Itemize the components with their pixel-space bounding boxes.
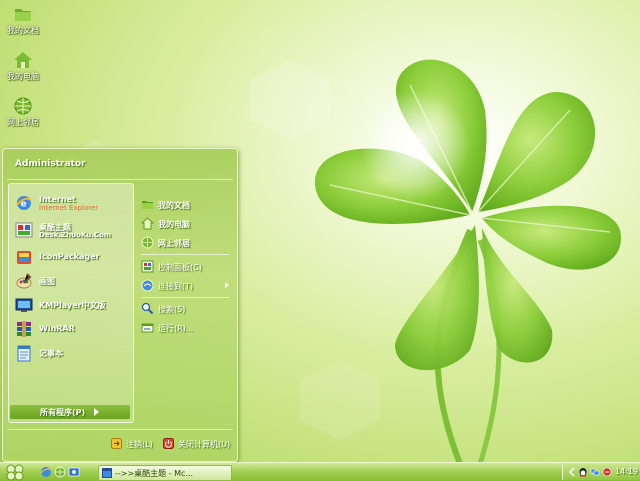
desktop-icon-network[interactable]: 网上邻居: [2, 96, 44, 127]
shutdown-button[interactable]: 关闭计算机(U): [163, 438, 233, 450]
menu-item-my-computer[interactable]: 我的电脑: [141, 217, 231, 231]
program-internet-explorer[interactable]: e Internet Internet Explorer: [15, 192, 133, 214]
menu-item-my-documents[interactable]: 我的文档: [141, 198, 231, 212]
start-menu: Administrator e Internet Internet Explor…: [2, 148, 238, 462]
pinned-programs-pane: e Internet Internet Explorer 桌酷主题 Desk.Z…: [8, 183, 134, 423]
paint-icon: [16, 273, 32, 289]
menu-item-label: 我的电脑: [158, 220, 190, 229]
qq-icon[interactable]: [578, 467, 588, 477]
security-tray-icon[interactable]: [602, 467, 612, 477]
folder-icon: [15, 9, 31, 21]
menu-item-label: 我的文档: [158, 201, 190, 210]
desktop-icon-my-documents[interactable]: 我的文档: [2, 4, 44, 35]
taskbar: -->>桌酷主题 - Mc... 14:19: [0, 462, 640, 481]
connect-icon: [141, 279, 154, 292]
winrar-icon: [17, 321, 31, 337]
ie-icon: e: [16, 196, 32, 210]
all-programs-button[interactable]: 所有程序(P): [10, 405, 130, 419]
program-title: WinRAR: [39, 324, 75, 333]
zhuoku-icon: [15, 222, 33, 238]
menu-item-control-panel[interactable]: 控制面板(C): [141, 260, 231, 274]
power-icon: [163, 438, 174, 449]
menu-item-label: 网上邻居: [158, 239, 190, 248]
network-tray-icon[interactable]: [590, 467, 600, 477]
taskbar-button-label: -->>桌酷主题 - Mc...: [115, 469, 194, 478]
divider: [7, 179, 233, 180]
user-name: Administrator: [15, 159, 86, 169]
chevron-right-icon: [225, 282, 229, 288]
search-icon: [141, 302, 154, 315]
menu-item-connect-to[interactable]: 连接到(T): [141, 279, 231, 293]
program-subtitle: Internet Explorer: [39, 204, 99, 212]
iconpackager-icon: [17, 251, 31, 264]
divider: [141, 297, 229, 298]
program-title: 画图: [39, 277, 55, 286]
kmplayer-icon: [15, 298, 33, 312]
chevron-left-icon[interactable]: [567, 467, 577, 477]
window-icon: [102, 468, 112, 478]
house-icon: [14, 52, 32, 68]
globe-icon[interactable]: [54, 466, 66, 478]
show-desktop-icon[interactable]: [68, 466, 80, 478]
logoff-button[interactable]: 注销(L): [111, 438, 161, 450]
shutdown-label: 关闭计算机(U): [178, 440, 231, 449]
program-title: 记事本: [39, 349, 63, 358]
divider: [7, 429, 233, 430]
program-title: KMPlayer中文版: [39, 301, 106, 310]
control-panel-icon: [141, 260, 154, 273]
logoff-label: 注销(L): [126, 440, 153, 449]
globe-icon: [141, 236, 154, 249]
ie-icon[interactable]: [40, 466, 52, 478]
program-zhuoku[interactable]: 桌酷主题 Desk.ZhuoKu.Com: [15, 219, 133, 241]
divider: [141, 254, 229, 255]
system-tray: 14:19: [562, 464, 640, 480]
program-title: IconPackager: [39, 252, 100, 261]
program-paint[interactable]: 画图: [15, 270, 133, 292]
desktop-icon-label: 我的文档: [7, 26, 39, 35]
svg-text:e: e: [21, 200, 27, 210]
globe-icon: [14, 97, 32, 115]
program-kmplayer[interactable]: KMPlayer中文版: [15, 294, 133, 316]
notepad-icon: [17, 345, 31, 362]
folder-icon: [142, 201, 153, 209]
taskbar-button-zhuoku[interactable]: -->>桌酷主题 - Mc...: [98, 465, 232, 481]
house-icon: [141, 217, 154, 230]
chevron-right-icon: [94, 408, 99, 416]
logoff-icon: [111, 438, 122, 449]
desktop-icon-label: 网上邻居: [7, 118, 39, 127]
menu-item-label: 控制面板(C): [158, 263, 202, 272]
program-winrar[interactable]: WinRAR: [15, 318, 133, 340]
desktop-icon-my-computer[interactable]: 我的电脑: [2, 50, 44, 81]
menu-item-run[interactable]: 运行(R)...: [141, 321, 231, 335]
program-iconpackager[interactable]: IconPackager: [15, 246, 133, 268]
desktop-icon-label: 我的电脑: [7, 72, 39, 81]
program-subtitle: Desk.ZhuoKu.Com: [39, 231, 112, 239]
clock: 14:19: [615, 467, 639, 476]
menu-item-label: 搜索(S): [158, 305, 186, 314]
menu-item-label: 连接到(T): [158, 282, 194, 291]
clover-start-icon[interactable]: [2, 463, 28, 481]
all-programs-label: 所有程序(P): [40, 408, 86, 417]
menu-item-search[interactable]: 搜索(S): [141, 302, 231, 316]
program-title: Internet: [39, 195, 76, 204]
program-notepad[interactable]: 记事本: [15, 342, 133, 364]
menu-item-label: 运行(R)...: [158, 324, 194, 333]
run-icon: [141, 323, 154, 333]
menu-item-network[interactable]: 网上邻居: [141, 236, 231, 250]
